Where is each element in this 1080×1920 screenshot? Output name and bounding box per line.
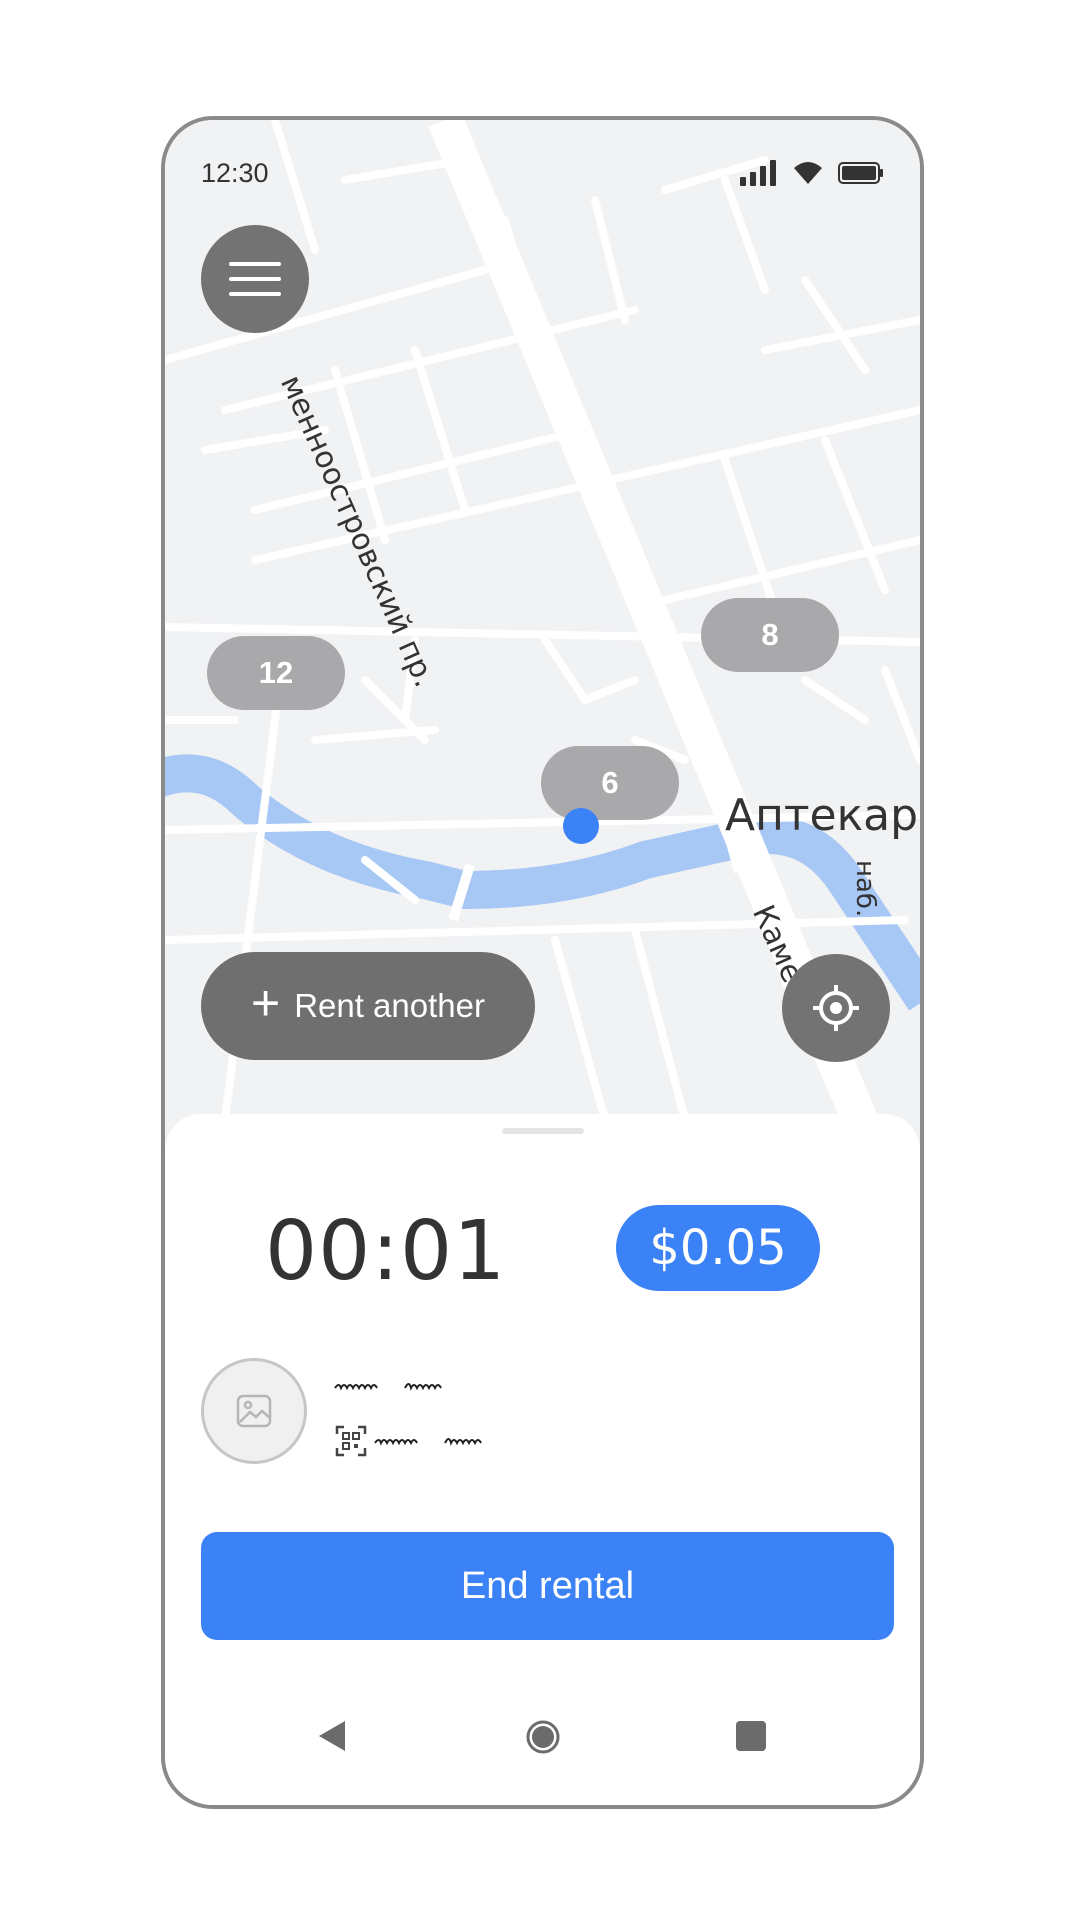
vehicle-cluster[interactable]: 8 (701, 598, 839, 672)
menu-button[interactable] (201, 225, 309, 333)
rent-another-label: Rent another (294, 987, 485, 1024)
rent-another-button[interactable]: + Rent another (201, 952, 535, 1060)
image-placeholder-icon (236, 1394, 272, 1428)
phone-frame: менноостровский пр. Аптекар наб. Каменно… (161, 116, 924, 1809)
signal-icon (740, 160, 776, 186)
status-time: 12:30 (201, 158, 269, 188)
vehicle-name-placeholder (334, 1383, 442, 1391)
menu-icon (229, 262, 281, 296)
vehicle-code-placeholder (374, 1438, 482, 1446)
back-icon[interactable] (317, 1719, 347, 1753)
rental-price-badge: $0.05 (616, 1205, 820, 1291)
plus-icon: + (250, 975, 281, 1031)
embankment-label: наб. (850, 860, 880, 918)
vehicle-cluster[interactable]: 6 (541, 746, 679, 820)
qr-code-icon (335, 1425, 367, 1457)
locate-me-button[interactable] (782, 954, 890, 1062)
status-icons (740, 160, 884, 186)
status-bar: 12:30 (165, 120, 920, 190)
system-nav-bar (165, 1704, 920, 1774)
user-location-dot (563, 808, 599, 844)
battery-icon (838, 162, 883, 184)
vehicle-cluster[interactable]: 12 (207, 636, 345, 710)
wifi-icon (794, 162, 822, 184)
end-rental-button[interactable]: End rental (201, 1532, 894, 1640)
vehicle-code-row (335, 1425, 513, 1457)
vehicle-thumbnail (201, 1358, 307, 1464)
sheet-drag-handle[interactable] (502, 1128, 584, 1134)
recent-apps-icon[interactable] (736, 1721, 766, 1751)
district-label: Аптекар (725, 790, 919, 841)
rental-bottom-sheet: 00:01 $0.05 End rental (165, 1114, 920, 1805)
crosshair-icon (813, 985, 859, 1031)
home-icon[interactable] (525, 1719, 561, 1755)
rental-timer: 00:01 (265, 1204, 507, 1299)
